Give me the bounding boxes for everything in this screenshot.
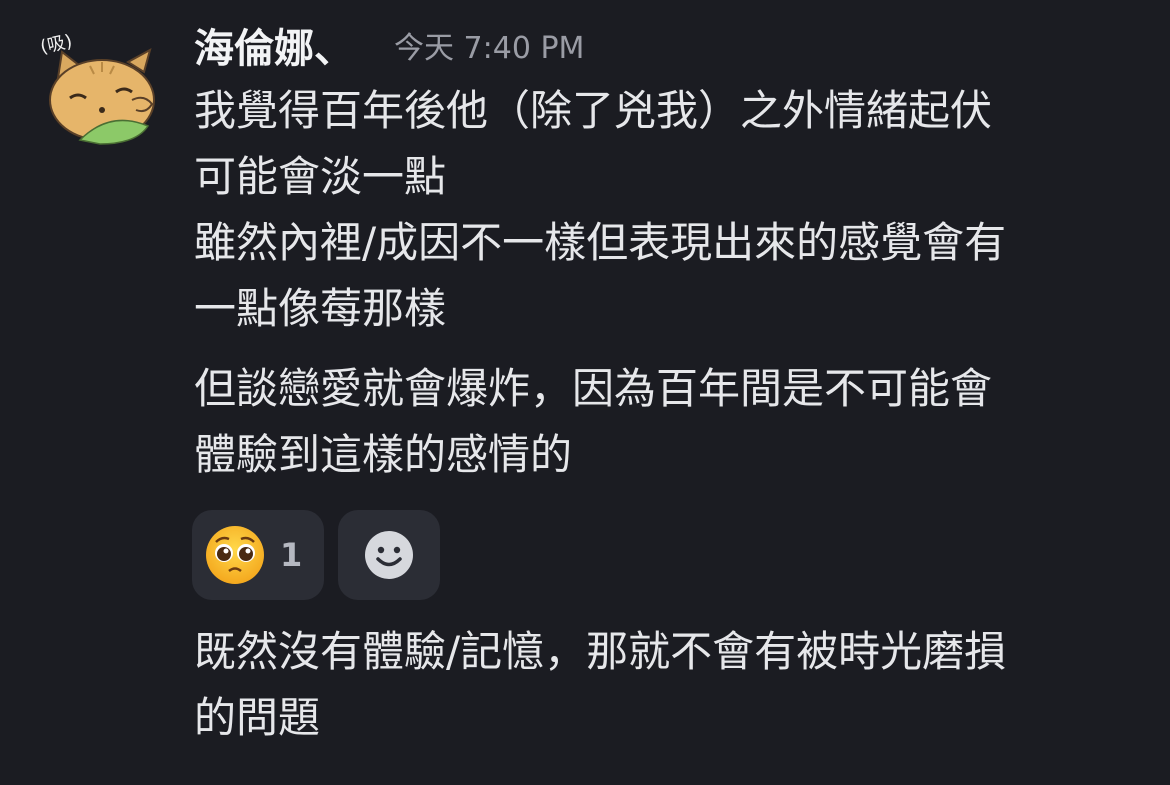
- message-line: 一點像莓那樣: [194, 284, 447, 333]
- reaction-pleading-face[interactable]: 1: [192, 510, 324, 600]
- message-text: 但談戀愛就會爆炸，因為百年間是不可能會 體驗到這樣的感情的: [194, 356, 1134, 488]
- message-line: 的問題: [194, 693, 321, 742]
- message-line: 可能會淡一點: [194, 152, 447, 201]
- message-text: 既然沒有體驗/記憶，那就不會有被時光磨損 的問題: [194, 619, 1134, 751]
- reaction-count: 1: [280, 536, 303, 574]
- message-line: 既然沒有體驗/記憶，那就不會有被時光磨損: [194, 627, 1007, 676]
- pleading-face-emoji-icon: [206, 526, 264, 584]
- message-line: 但談戀愛就會爆炸，因為百年間是不可能會: [194, 364, 993, 413]
- reaction-bar: 1: [192, 510, 440, 600]
- user-avatar[interactable]: (吸): [38, 22, 164, 146]
- message-line: 雖然內裡/成因不一樣但表現出來的感覺會有: [194, 218, 1007, 267]
- message-line: 我覺得百年後他（除了兇我）之外情緒起伏: [194, 86, 993, 135]
- message-header: 海倫娜、 今天 7:40 PM: [194, 14, 584, 76]
- author-name[interactable]: 海倫娜、: [194, 16, 354, 74]
- add-reaction-button[interactable]: [338, 510, 440, 600]
- smiley-icon: [365, 531, 413, 579]
- message-line: 體驗到這樣的感情的: [194, 430, 573, 479]
- message-timestamp: 今天 7:40 PM: [394, 31, 585, 66]
- message-text: 我覺得百年後他（除了兇我）之外情緒起伏 可能會淡一點 雖然內裡/成因不一樣但表現…: [194, 78, 1134, 342]
